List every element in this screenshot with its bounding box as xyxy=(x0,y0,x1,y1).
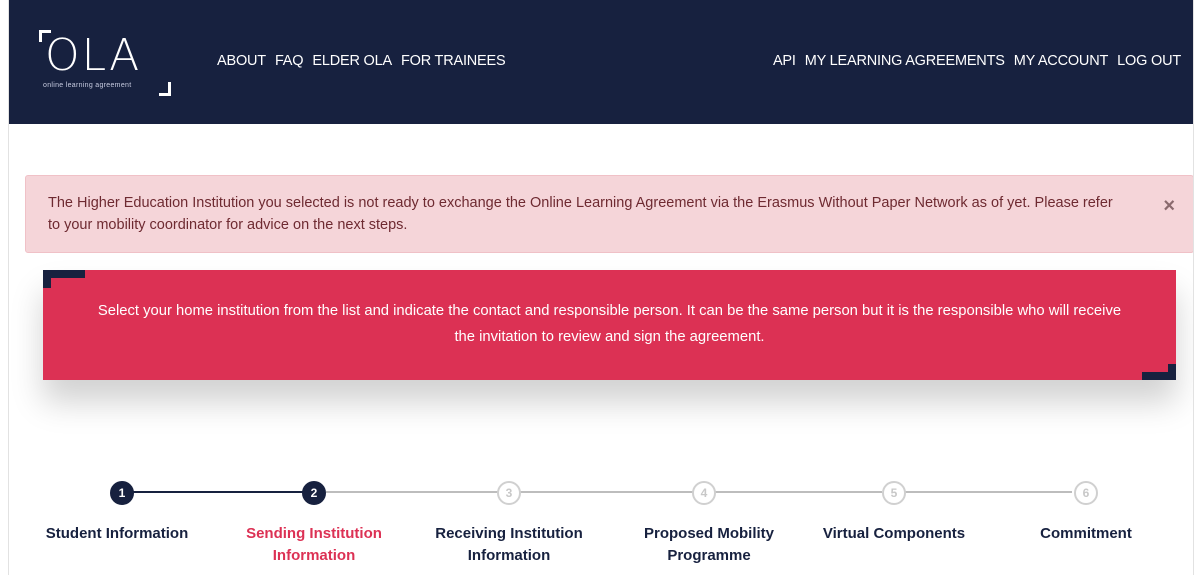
primary-nav: ABOUT FAQ ELDER OLA FOR TRAINEES xyxy=(217,53,506,69)
top-header: OLA online learning agreement ABOUT FAQ … xyxy=(9,0,1193,124)
logo-bracket-bottom-right xyxy=(159,82,171,96)
instruction-banner: Select your home institution from the li… xyxy=(43,270,1176,380)
banner-corner-top-left xyxy=(43,270,85,288)
step-1-circle[interactable]: 1 xyxy=(110,481,134,505)
step-connector-1-2 xyxy=(132,491,316,493)
banner-text: Select your home institution from the li… xyxy=(97,303,1122,345)
nav-my-learning-agreements[interactable]: MY LEARNING AGREEMENTS xyxy=(805,53,1005,69)
nav-faq[interactable]: FAQ xyxy=(275,53,304,69)
ola-logo[interactable]: OLA online learning agreement xyxy=(39,30,171,96)
nav-about[interactable]: ABOUT xyxy=(217,53,266,69)
alert-message: The Higher Education Institution you sel… xyxy=(48,195,1113,233)
step-5-label[interactable]: Virtual Components xyxy=(797,523,991,545)
step-6-label[interactable]: Commitment xyxy=(1019,523,1153,545)
logo-subtitle: online learning agreement xyxy=(43,82,132,89)
step-4-label[interactable]: Proposed Mobility Programme xyxy=(619,523,799,567)
step-connector-5-6 xyxy=(904,491,1072,493)
step-1-label[interactable]: Student Information xyxy=(32,523,202,545)
nav-log-out[interactable]: LOG OUT xyxy=(1117,53,1181,69)
nav-my-account[interactable]: MY ACCOUNT xyxy=(1014,53,1109,69)
step-connector-2-3 xyxy=(326,491,499,493)
nav-for-trainees[interactable]: FOR TRAINEES xyxy=(401,53,506,69)
step-6-circle[interactable]: 6 xyxy=(1074,481,1098,505)
step-5-circle[interactable]: 5 xyxy=(882,481,906,505)
step-connector-4-5 xyxy=(714,491,882,493)
page-frame: OLA online learning agreement ABOUT FAQ … xyxy=(8,0,1194,575)
step-3-label[interactable]: Receiving Institution Information xyxy=(419,523,599,567)
step-4-circle[interactable]: 4 xyxy=(692,481,716,505)
step-2-circle[interactable]: 2 xyxy=(302,481,326,505)
institution-warning-alert: The Higher Education Institution you sel… xyxy=(25,175,1193,253)
close-icon[interactable]: × xyxy=(1163,196,1175,216)
progress-stepper: 1 2 3 4 5 6 Student Information Sending … xyxy=(9,470,1193,575)
account-nav: API MY LEARNING AGREEMENTS MY ACCOUNT LO… xyxy=(773,53,1181,69)
nav-api[interactable]: API xyxy=(773,53,796,69)
step-2-label[interactable]: Sending Institution Information xyxy=(231,523,397,567)
logo-text: OLA xyxy=(45,30,142,81)
banner-corner-bottom-right xyxy=(1142,364,1176,380)
step-connector-3-4 xyxy=(519,491,694,493)
nav-elder-ola[interactable]: ELDER OLA xyxy=(312,53,392,69)
step-3-circle[interactable]: 3 xyxy=(497,481,521,505)
